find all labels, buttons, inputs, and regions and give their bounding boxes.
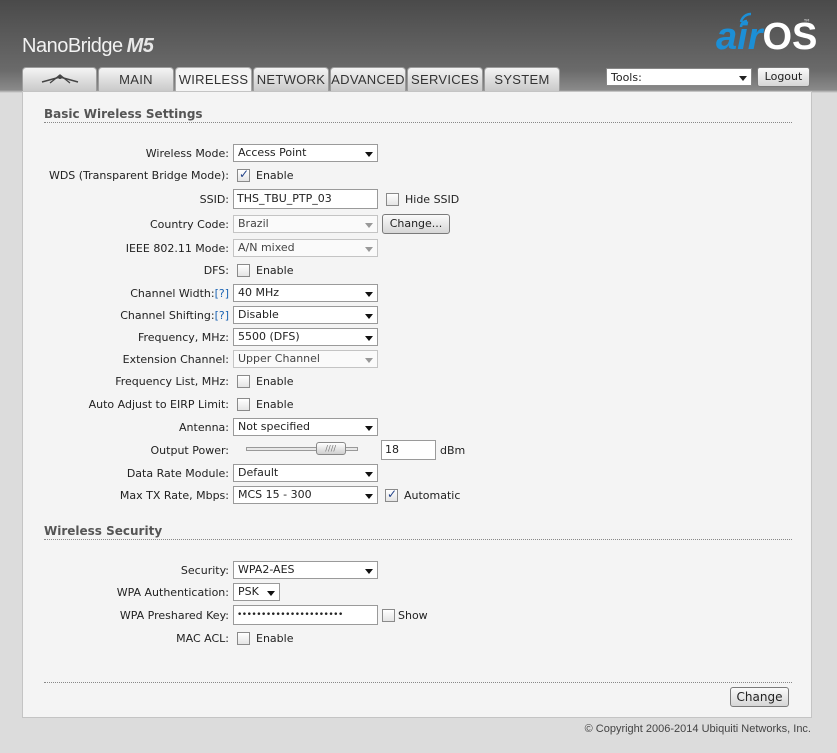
chevron-down-icon bbox=[739, 76, 747, 81]
automatic-label: Automatic bbox=[404, 489, 461, 502]
frequency-list-enable-label: Enable bbox=[256, 375, 294, 388]
antenna-label: Antenna: bbox=[179, 421, 229, 434]
change-button[interactable]: Change bbox=[730, 687, 789, 707]
show-key-checkbox[interactable] bbox=[382, 609, 395, 622]
frequency-list-label: Frequency List, MHz: bbox=[115, 375, 229, 388]
mac-acl-label: MAC ACL: bbox=[176, 632, 229, 645]
logout-button[interactable]: Logout bbox=[757, 67, 810, 87]
frequency-select[interactable]: 5500 (DFS) bbox=[233, 328, 378, 346]
dfs-enable-label: Enable bbox=[256, 264, 294, 277]
channel-width-help-link[interactable]: [?] bbox=[215, 287, 229, 300]
automatic-checkbox[interactable] bbox=[385, 487, 398, 502]
tab-system[interactable]: SYSTEM bbox=[484, 67, 560, 91]
eirp-enable-label: Enable bbox=[256, 398, 294, 411]
output-power-label: Output Power: bbox=[150, 444, 229, 457]
data-rate-label: Data Rate Module: bbox=[126, 467, 229, 480]
output-power-input[interactable]: 18 bbox=[381, 440, 436, 460]
eirp-label: Auto Adjust to EIRP Limit: bbox=[88, 398, 229, 411]
extension-channel-label: Extension Channel: bbox=[122, 353, 229, 366]
security-label: Security: bbox=[180, 564, 229, 577]
dfs-checkbox[interactable] bbox=[237, 264, 250, 277]
mac-acl-checkbox[interactable] bbox=[237, 632, 250, 645]
eirp-checkbox[interactable] bbox=[237, 398, 250, 411]
wpa-auth-label: WPA Authentication: bbox=[116, 586, 229, 599]
mac-acl-enable-label: Enable bbox=[256, 632, 294, 645]
ssid-input[interactable]: THS_TBU_PTP_03 bbox=[233, 189, 378, 209]
frequency-list-checkbox[interactable] bbox=[237, 375, 250, 388]
wireless-mode-select[interactable]: Access Point bbox=[233, 144, 378, 162]
section-divider bbox=[44, 539, 792, 540]
trademark-mark: ™ bbox=[803, 18, 811, 27]
tab-main[interactable]: MAIN bbox=[98, 67, 174, 91]
chevron-down-icon bbox=[365, 247, 373, 252]
tab-services[interactable]: SERVICES bbox=[407, 67, 483, 91]
section-divider bbox=[44, 122, 792, 123]
chevron-down-icon bbox=[365, 314, 373, 319]
tab-home-logo[interactable] bbox=[22, 67, 97, 91]
tools-select[interactable]: Tools: bbox=[606, 68, 752, 86]
tab-advanced[interactable]: ADVANCED bbox=[330, 67, 406, 91]
wds-label: WDS (Transparent Bridge Mode): bbox=[48, 169, 229, 182]
hide-ssid-checkbox[interactable] bbox=[386, 193, 399, 206]
show-key-label: Show bbox=[398, 609, 428, 622]
data-rate-select[interactable]: Default bbox=[233, 464, 378, 482]
chevron-down-icon bbox=[365, 336, 373, 341]
max-tx-label: Max TX Rate, Mbps: bbox=[119, 489, 229, 502]
dfs-label: DFS: bbox=[203, 264, 229, 277]
ubiquiti-logo-icon bbox=[41, 74, 78, 84]
slider-handle[interactable]: //// bbox=[315, 442, 346, 455]
wds-checkbox[interactable] bbox=[237, 167, 250, 182]
ssid-label: SSID: bbox=[199, 193, 229, 206]
country-code-label: Country Code: bbox=[149, 218, 229, 231]
channel-shifting-label: Channel Shifting:[?] bbox=[120, 309, 229, 322]
copyright-text: © Copyright 2006-2014 Ubiquiti Networks,… bbox=[584, 723, 811, 735]
frequency-label: Frequency, MHz: bbox=[137, 331, 229, 344]
chevron-down-icon bbox=[365, 426, 373, 431]
extension-channel-select[interactable]: Upper Channel bbox=[233, 350, 378, 368]
country-code-select[interactable]: Brazil bbox=[233, 215, 378, 233]
section-title-basic: Basic Wireless Settings bbox=[44, 107, 203, 121]
chevron-down-icon bbox=[365, 223, 373, 228]
channel-width-label: Channel Width:[?] bbox=[130, 287, 229, 300]
wireless-mode-label: Wireless Mode: bbox=[145, 147, 229, 160]
section-title-security: Wireless Security bbox=[44, 524, 163, 538]
tab-wireless[interactable]: WIRELESS bbox=[175, 67, 252, 92]
channel-shifting-select[interactable]: Disable bbox=[233, 306, 378, 324]
wpa-key-input[interactable]: •••••••••••••••••••••• bbox=[233, 605, 378, 625]
max-tx-select[interactable]: MCS 15 - 300 bbox=[233, 486, 378, 504]
ieee-mode-label: IEEE 802.11 Mode: bbox=[125, 242, 229, 255]
chevron-down-icon bbox=[267, 591, 275, 596]
wpa-auth-select[interactable]: PSK bbox=[233, 583, 280, 601]
hide-ssid-label: Hide SSID bbox=[405, 193, 460, 206]
dbm-unit-label: dBm bbox=[440, 444, 466, 457]
security-select[interactable]: WPA2-AES bbox=[233, 561, 378, 579]
channel-width-select[interactable]: 40 MHz bbox=[233, 284, 378, 302]
chevron-down-icon bbox=[365, 358, 373, 363]
chevron-down-icon bbox=[365, 292, 373, 297]
tab-network[interactable]: NETWORK bbox=[253, 67, 329, 91]
chevron-down-icon bbox=[365, 494, 373, 499]
antenna-select[interactable]: Not specified bbox=[233, 418, 378, 436]
chevron-down-icon bbox=[365, 152, 373, 157]
wds-enable-label: Enable bbox=[256, 169, 294, 182]
channel-shifting-help-link[interactable]: [?] bbox=[215, 309, 229, 322]
chevron-down-icon bbox=[365, 569, 373, 574]
wpa-key-label: WPA Preshared Key: bbox=[119, 609, 229, 622]
product-model: M5 bbox=[126, 35, 154, 57]
chevron-down-icon bbox=[365, 472, 373, 477]
product-name: NanoBridge M5 bbox=[22, 35, 154, 57]
footer-divider bbox=[44, 682, 792, 683]
ieee-mode-select[interactable]: A/N mixed bbox=[233, 239, 378, 257]
country-change-button[interactable]: Change... bbox=[382, 214, 450, 234]
